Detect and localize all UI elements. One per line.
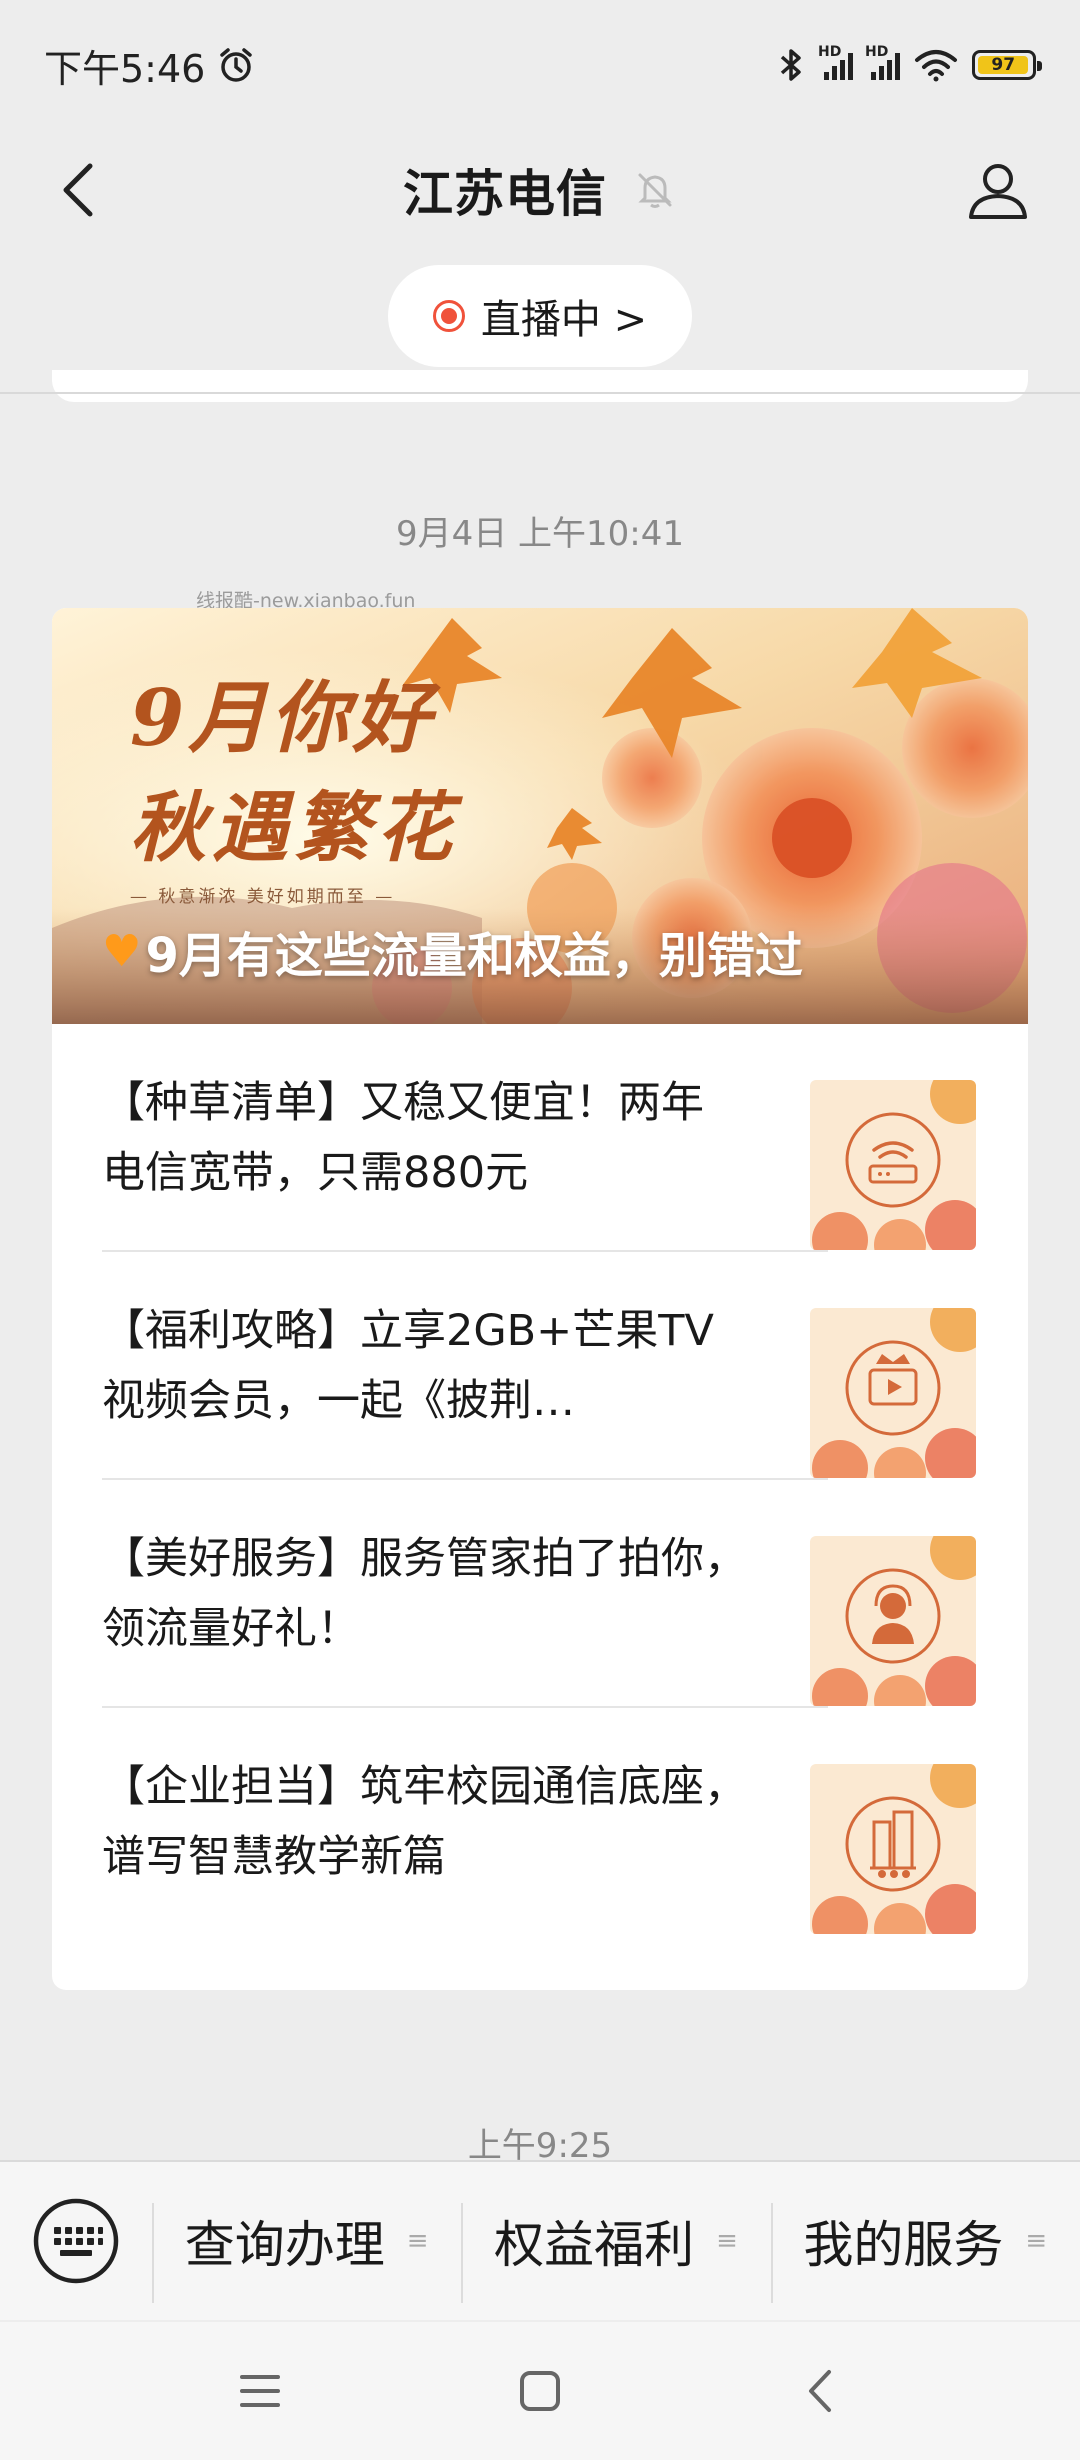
back-button[interactable]	[40, 152, 116, 228]
banner-subtitle: — 秋意渐浓 美好如期而至 —	[130, 887, 396, 907]
wifi-router-icon	[810, 1080, 976, 1250]
menu-item-label: 权益福利	[494, 2216, 695, 2274]
orange-heart-icon: ♥	[102, 925, 142, 977]
menu-lines-icon: ≡	[1025, 2226, 1048, 2256]
menu-item-query[interactable]: 查询办理 ≡	[152, 2161, 461, 2321]
banner-caption: ♥ 9月有这些流量和权益，别错过	[102, 916, 803, 986]
live-record-icon	[432, 300, 465, 332]
signal-2-icon: HD	[865, 44, 900, 80]
menu-item-my-service[interactable]: 我的服务 ≡	[770, 2161, 1080, 2321]
article-title-line1: 【种草清单】又稳又便宜！两年	[102, 1078, 704, 1128]
article-title: 【种草清单】又稳又便宜！两年 电信宽带，只需880元	[102, 1024, 792, 1252]
article-title-line1: 【企业担当】筑牢校园通信底座，	[102, 1762, 747, 1812]
article-title-line2: 谱写智慧教学新篇	[102, 1832, 446, 1882]
article-item[interactable]: 【企业担当】筑牢校园通信底座， 谱写智慧教学新篇	[52, 1708, 1028, 1936]
previous-message-card	[52, 370, 1028, 402]
battery-level: 97	[978, 56, 1029, 74]
article-title-line1: 【美好服务】服务管家拍了拍你，	[102, 1534, 747, 1584]
keyboard-icon	[33, 2198, 119, 2284]
article-item[interactable]: 【福利攻略】立享2GB+芒果TV 视频会员，一起《披荆…	[52, 1252, 1028, 1480]
bluetooth-icon	[780, 49, 801, 81]
status-bar: 下午5:46 HD HD 97	[0, 0, 1080, 130]
menu-item-benefits[interactable]: 权益福利 ≡	[461, 2161, 770, 2321]
status-time: 下午5:46	[44, 46, 206, 91]
article-banner[interactable]: 9月你好 秋遇繁花 — 秋意渐浓 美好如期而至 — ♥ 9月有这些流量和权益，别…	[52, 608, 1028, 1024]
chevron-left-icon	[809, 2370, 831, 2412]
article-title: 【美好服务】服务管家拍了拍你， 领流量好礼！	[102, 1480, 792, 1708]
menu-item-label: 查询办理	[184, 2216, 385, 2274]
chevron-left-icon	[63, 163, 93, 217]
banner-title-line2: 秋遇繁花	[130, 783, 458, 872]
system-back-button[interactable]	[790, 2361, 850, 2421]
article-list: 【种草清单】又稳又便宜！两年 电信宽带，只需880元 【福利攻略】立享2GB+芒…	[52, 1024, 1028, 1936]
article-title-line2: 领流量好礼！	[102, 1604, 360, 1654]
banner-title-line1: 9月你好	[130, 673, 435, 764]
banner-calligraphy: 9月你好 秋遇繁花 — 秋意渐浓 美好如期而至 —	[130, 656, 458, 907]
message-timestamp: 9月4日 上午10:41	[395, 514, 685, 554]
keyboard-toggle-button[interactable]	[0, 2161, 152, 2321]
page-title: 江苏电信	[403, 165, 607, 223]
signal-1-icon: HD	[818, 44, 853, 80]
article-title-line2: 视频会员，一起《披荆…	[102, 1376, 575, 1426]
building-icon	[810, 1764, 976, 1934]
battery-icon: 97	[972, 50, 1042, 80]
service-agent-icon	[810, 1536, 976, 1706]
mute-bell-icon	[638, 173, 672, 208]
article-item[interactable]: 【美好服务】服务管家拍了拍你， 领流量好礼！	[52, 1480, 1028, 1708]
menu-icon	[240, 2375, 280, 2407]
nav-bar: 江苏电信	[0, 130, 1080, 250]
wifi-icon	[915, 50, 957, 82]
live-button[interactable]: 直播中 >	[388, 265, 692, 367]
profile-button[interactable]	[956, 148, 1040, 232]
square-icon	[520, 2371, 560, 2411]
article-card: 9月你好 秋遇繁花 — 秋意渐浓 美好如期而至 — ♥ 9月有这些流量和权益，别…	[52, 608, 1028, 1990]
live-label: 直播中 >	[480, 297, 648, 343]
status-left: 下午5:46	[44, 38, 255, 93]
header-divider	[0, 392, 1080, 394]
video-crown-icon	[810, 1308, 976, 1478]
article-title: 【福利攻略】立享2GB+芒果TV 视频会员，一起《披荆…	[102, 1252, 792, 1480]
menu-item-label: 我的服务	[803, 2216, 1004, 2274]
menu-lines-icon: ≡	[406, 2226, 429, 2256]
alarm-icon	[220, 48, 253, 82]
article-title-line1: 【福利攻略】立享2GB+芒果TV	[102, 1306, 714, 1356]
bottom-menu: 查询办理 ≡ 权益福利 ≡ 我的服务 ≡	[0, 2160, 1080, 2320]
article-title-line2: 电信宽带，只需880元	[102, 1148, 529, 1198]
system-navigation-bar	[0, 2322, 1080, 2460]
recents-button[interactable]	[230, 2361, 290, 2421]
user-icon	[969, 164, 1027, 219]
article-title: 【企业担当】筑牢校园通信底座， 谱写智慧教学新篇	[102, 1708, 792, 1936]
article-item[interactable]: 【种草清单】又稳又便宜！两年 电信宽带，只需880元	[52, 1024, 1028, 1252]
status-right: HD HD 97	[776, 44, 1042, 84]
banner-caption-text: 9月有这些流量和权益，别错过	[145, 928, 803, 984]
home-button[interactable]	[510, 2361, 570, 2421]
menu-lines-icon: ≡	[716, 2226, 738, 2256]
